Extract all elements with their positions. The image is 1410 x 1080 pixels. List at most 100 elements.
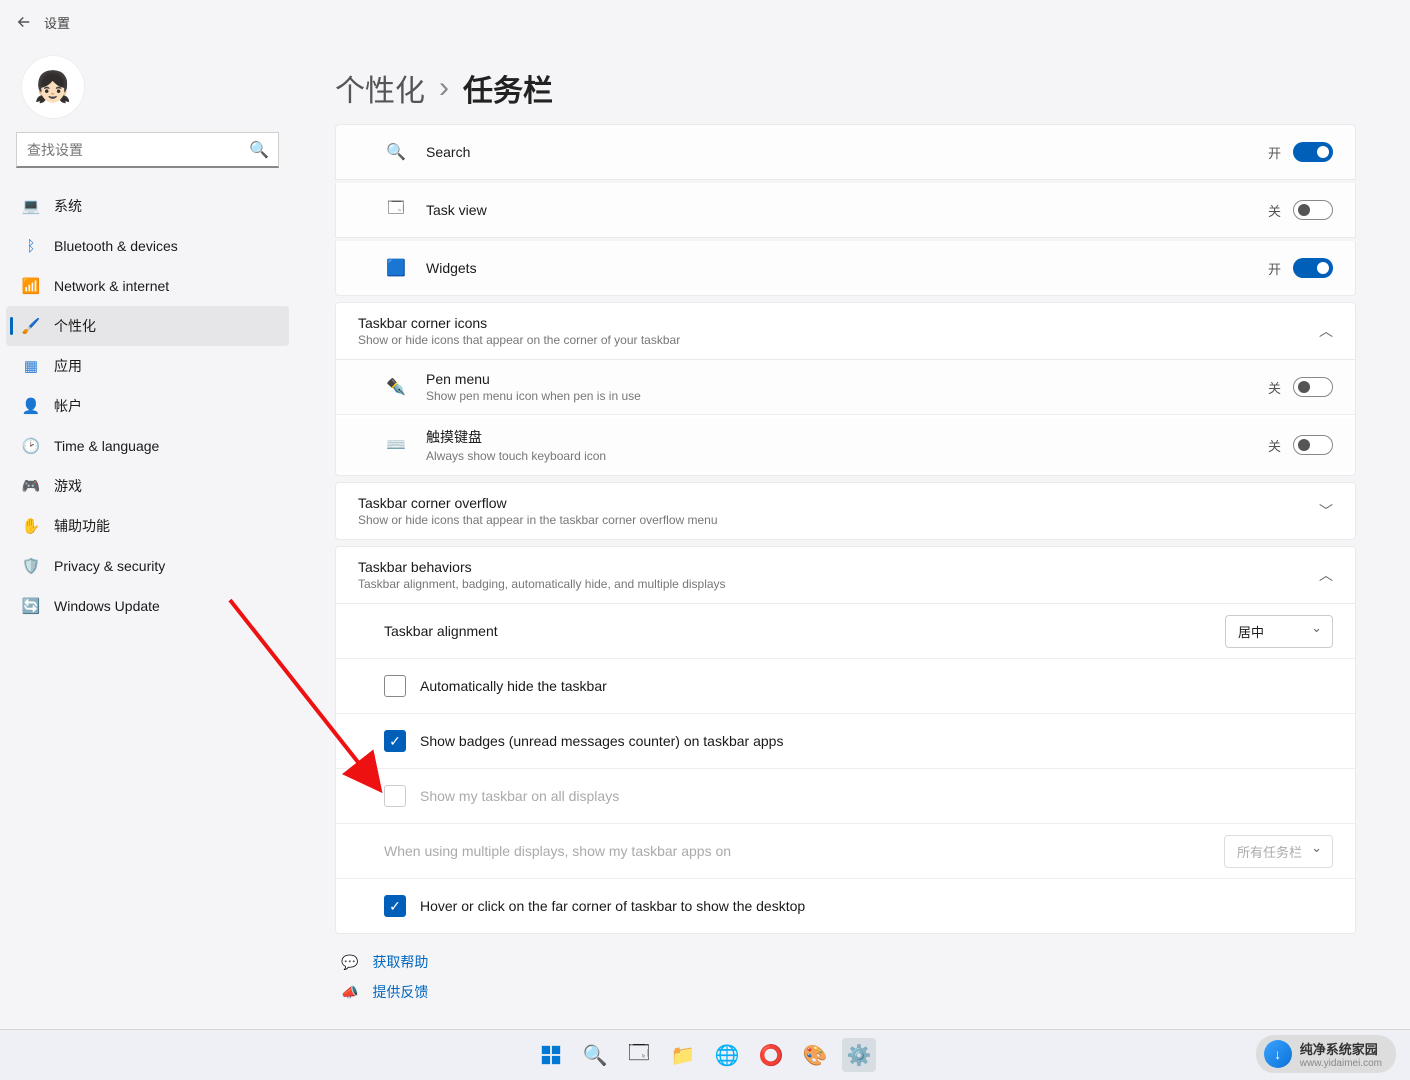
nav-label: Time & language bbox=[54, 438, 159, 454]
touch-label: 触摸键盘 bbox=[426, 427, 606, 447]
breadcrumb-current: 任务栏 bbox=[463, 66, 553, 110]
nav-icon: ᛒ bbox=[20, 238, 42, 255]
chevron-up-icon: ︿ bbox=[1319, 321, 1333, 341]
toggle-taskview[interactable] bbox=[1293, 200, 1333, 220]
pen-sub: Show pen menu icon when pen is in use bbox=[426, 389, 641, 403]
checkbox-far-corner[interactable]: ✓ bbox=[384, 895, 406, 917]
toggle-widgets[interactable] bbox=[1293, 258, 1333, 278]
row-badges[interactable]: ✓ Show badges (unread messages counter) … bbox=[336, 713, 1355, 768]
nav-icon: 🛡️ bbox=[20, 557, 42, 575]
row-search-label: Search bbox=[426, 144, 470, 160]
nav-icon: 🕑 bbox=[20, 437, 42, 455]
breadcrumb: 个性化 › 任务栏 bbox=[335, 66, 1356, 110]
row-widgets-state: 开 bbox=[1268, 259, 1281, 278]
search-input[interactable] bbox=[16, 132, 279, 168]
taskbar-taskview-icon[interactable]: 🗔 bbox=[622, 1038, 656, 1072]
get-help-link[interactable]: 💬 获取帮助 bbox=[341, 952, 1356, 972]
main-content: 个性化 › 任务栏 🔍 Search 开 🗔 Task view 关 🟦 Wid… bbox=[301, 44, 1410, 1030]
nav-label: 游戏 bbox=[54, 476, 82, 496]
checkbox-autohide[interactable] bbox=[384, 675, 406, 697]
nav-label: 帐户 bbox=[54, 396, 82, 416]
nav-label: 辅助功能 bbox=[54, 516, 110, 536]
corner-icons-sub: Show or hide icons that appear on the co… bbox=[358, 333, 1319, 347]
taskview-icon: 🗔 bbox=[384, 197, 408, 224]
nav-icon: 🔄 bbox=[20, 597, 42, 615]
all-displays-label: Show my taskbar on all displays bbox=[420, 788, 619, 804]
pen-icon: ✒️ bbox=[384, 377, 408, 397]
nav-icon: 👤 bbox=[20, 397, 42, 415]
breadcrumb-separator: › bbox=[439, 71, 449, 105]
row-search-state: 开 bbox=[1268, 143, 1281, 162]
behaviors-sub: Taskbar alignment, badging, automaticall… bbox=[358, 577, 1319, 591]
sidebar-item-5[interactable]: 👤 帐户 bbox=[6, 386, 289, 426]
row-taskview: 🗔 Task view 关 bbox=[335, 183, 1356, 238]
chevron-up-icon: ︿ bbox=[1319, 565, 1333, 585]
taskbar: 🔍 🗔 📁 🌐 ⭕ 🎨 ⚙️ bbox=[0, 1029, 1410, 1080]
taskbar-paint-icon[interactable]: 🎨 bbox=[798, 1038, 832, 1072]
nav-icon: 📶 bbox=[20, 277, 42, 295]
breadcrumb-parent[interactable]: 个性化 bbox=[335, 66, 425, 110]
nav-label: Windows Update bbox=[54, 598, 160, 614]
toggle-touch[interactable] bbox=[1293, 435, 1333, 455]
sidebar-item-10[interactable]: 🔄 Windows Update bbox=[6, 586, 289, 626]
taskbar-settings-icon[interactable]: ⚙️ bbox=[842, 1038, 876, 1072]
sidebar-item-4[interactable]: ▦ 应用 bbox=[6, 346, 289, 386]
sidebar-item-7[interactable]: 🎮 游戏 bbox=[6, 466, 289, 506]
row-autohide[interactable]: Automatically hide the taskbar bbox=[336, 658, 1355, 713]
group-overflow[interactable]: Taskbar corner overflow Show or hide ico… bbox=[335, 482, 1356, 540]
search-icon: 🔍 bbox=[249, 140, 269, 160]
nav-label: Network & internet bbox=[54, 278, 169, 294]
badges-label: Show badges (unread messages counter) on… bbox=[420, 733, 783, 749]
back-button[interactable] bbox=[10, 8, 38, 36]
taskbar-explorer-icon[interactable]: 📁 bbox=[666, 1038, 700, 1072]
app-title: 设置 bbox=[44, 13, 70, 32]
taskbar-search-icon[interactable]: 🔍 bbox=[578, 1038, 612, 1072]
sidebar-item-6[interactable]: 🕑 Time & language bbox=[6, 426, 289, 466]
keyboard-icon: ⌨️ bbox=[384, 435, 408, 455]
nav-label: 系统 bbox=[54, 196, 82, 216]
taskbar-chrome-colorful-icon[interactable]: 🌐 bbox=[710, 1038, 744, 1072]
user-avatar[interactable]: 👧🏻 bbox=[22, 56, 84, 118]
sidebar-item-8[interactable]: ✋辅助功能 bbox=[6, 506, 289, 546]
nav-icon: 💻 bbox=[20, 197, 42, 215]
group-behaviors[interactable]: Taskbar behaviors Taskbar alignment, bad… bbox=[335, 546, 1356, 604]
help-icon: 💬 bbox=[341, 954, 358, 971]
nav-label: Privacy & security bbox=[54, 558, 165, 574]
watermark-logo-icon: ↓ bbox=[1264, 1040, 1292, 1068]
checkbox-all-displays bbox=[384, 785, 406, 807]
search-box[interactable]: 🔍 bbox=[16, 132, 279, 168]
watermark-title: 纯净系统家园 bbox=[1300, 1039, 1382, 1058]
feedback-link[interactable]: 📣 提供反馈 bbox=[341, 982, 1356, 1002]
nav-label: Bluetooth & devices bbox=[54, 238, 178, 254]
sidebar-item-1[interactable]: ᛒ Bluetooth & devices bbox=[6, 226, 289, 266]
sidebar-item-9[interactable]: 🛡️ Privacy & security bbox=[6, 546, 289, 586]
row-alignment: Taskbar alignment 居中 bbox=[336, 604, 1355, 658]
start-button[interactable] bbox=[534, 1038, 568, 1072]
corner-icons-title: Taskbar corner icons bbox=[358, 315, 1319, 331]
taskbar-chrome-icon[interactable]: ⭕ bbox=[754, 1038, 788, 1072]
multi-display-dropdown: 所有任务栏 bbox=[1224, 835, 1333, 868]
row-far-corner[interactable]: ✓ Hover or click on the far corner of ta… bbox=[336, 878, 1355, 933]
row-widgets: 🟦 Widgets 开 bbox=[335, 241, 1356, 296]
toggle-search[interactable] bbox=[1293, 142, 1333, 162]
touch-sub: Always show touch keyboard icon bbox=[426, 449, 606, 463]
feedback-icon: 📣 bbox=[341, 984, 358, 1001]
checkbox-badges[interactable]: ✓ bbox=[384, 730, 406, 752]
toggle-pen[interactable] bbox=[1293, 377, 1333, 397]
watermark: ↓ 纯净系统家园 www.yidaimei.com bbox=[1256, 1035, 1396, 1073]
widgets-icon: 🟦 bbox=[384, 258, 408, 278]
nav-icon: 🎮 bbox=[20, 477, 42, 495]
nav-label: 应用 bbox=[54, 356, 82, 376]
sidebar-item-3[interactable]: 🖌️个性化 bbox=[6, 306, 289, 346]
watermark-url: www.yidaimei.com bbox=[1300, 1058, 1382, 1069]
sidebar-item-2[interactable]: 📶 Network & internet bbox=[6, 266, 289, 306]
sidebar-item-0[interactable]: 💻 系统 bbox=[6, 186, 289, 226]
get-help-label: 获取帮助 bbox=[372, 952, 428, 972]
group-corner-icons[interactable]: Taskbar corner icons Show or hide icons … bbox=[335, 302, 1356, 360]
alignment-dropdown[interactable]: 居中 bbox=[1225, 615, 1333, 648]
row-touch-keyboard: ⌨️ 触摸键盘 Always show touch keyboard icon … bbox=[336, 418, 1355, 472]
nav-icon: ▦ bbox=[20, 357, 42, 375]
pen-state: 关 bbox=[1268, 378, 1281, 397]
row-widgets-label: Widgets bbox=[426, 260, 477, 276]
row-pen-menu: ✒️ Pen menu Show pen menu icon when pen … bbox=[336, 360, 1355, 415]
